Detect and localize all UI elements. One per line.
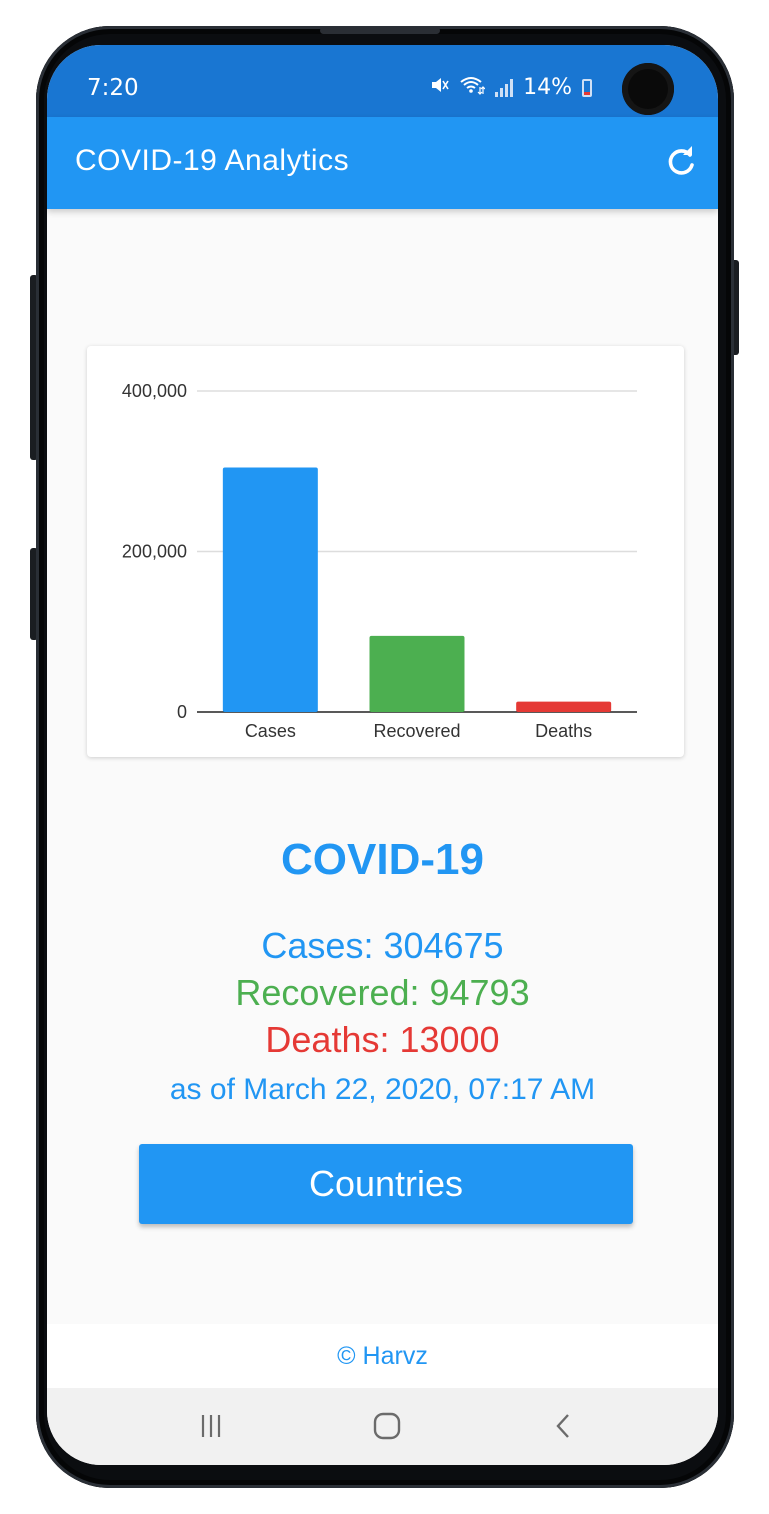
back-icon[interactable] — [544, 1408, 584, 1444]
earpiece-speaker — [320, 27, 440, 34]
status-icons: 14% — [429, 75, 592, 100]
y-tick-label: 0 — [177, 702, 187, 722]
recents-icon[interactable] — [191, 1408, 231, 1444]
countries-button[interactable]: Countries — [139, 1144, 633, 1224]
front-camera — [622, 63, 674, 115]
refresh-icon[interactable] — [664, 145, 698, 179]
x-tick-label: Recovered — [373, 721, 460, 741]
mute-icon — [429, 75, 449, 100]
bar-deaths — [516, 701, 612, 712]
bar-recovered — [369, 635, 465, 712]
y-tick-label: 400,000 — [122, 381, 187, 401]
bar-cases — [222, 467, 318, 712]
chart-svg: 0 200,000 400,000 Cases Recovered Deaths — [122, 381, 637, 741]
system-nav-bar — [47, 1388, 718, 1465]
last-updated-text: as of March 22, 2020, 07:17 AM — [169, 1073, 596, 1106]
app-bar: COVID-19 Analytics — [47, 117, 718, 209]
battery-icon — [582, 78, 592, 97]
x-tick-label: Cases — [245, 721, 296, 741]
summary-title: COVID-19 — [281, 835, 484, 884]
recovered-count: Recovered: 94793 — [235, 972, 530, 1013]
cases-count: Cases: 304675 — [261, 925, 504, 966]
battery-percent: 14% — [523, 75, 572, 100]
deaths-count: Deaths: 13000 — [265, 1019, 500, 1060]
wifi-icon — [459, 75, 486, 100]
x-tick-label: Deaths — [535, 721, 592, 741]
phone-screen: 7:20 14% COVID-19 Analytics 0 200,000 40… — [47, 45, 718, 1465]
y-tick-label: 200,000 — [122, 542, 187, 562]
footer-credit: © Harvz — [47, 1324, 718, 1388]
status-time: 7:20 — [87, 75, 139, 101]
signal-icon — [495, 78, 514, 97]
cases-bar-chart: 0 200,000 400,000 Cases Recovered Deaths — [87, 346, 684, 757]
status-bar: 7:20 14% — [47, 45, 718, 117]
home-icon[interactable] — [367, 1408, 407, 1444]
app-title: COVID-19 Analytics — [75, 144, 350, 177]
